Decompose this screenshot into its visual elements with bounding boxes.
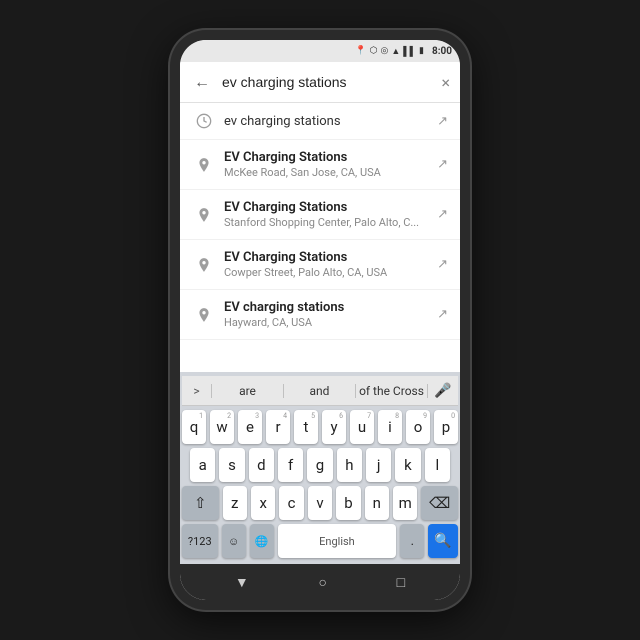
- status-time: 8:00: [432, 46, 452, 57]
- key-v[interactable]: v: [308, 486, 332, 520]
- nav-home-button[interactable]: ○: [318, 574, 326, 591]
- nfc-icon: ◎: [380, 46, 388, 56]
- arrow-icon-1: ↗: [437, 157, 448, 172]
- key-b[interactable]: b: [336, 486, 360, 520]
- suggestion-item-4[interactable]: EV charging stations Hayward, CA, USA ↗: [180, 290, 460, 340]
- space-key[interactable]: English: [278, 524, 397, 558]
- suggestion-text-2: EV Charging Stations Stanford Shopping C…: [216, 200, 437, 229]
- keyboard: > are and of the Cross 🎤 1q 2w 3e 4r 5t …: [180, 372, 460, 564]
- key-j[interactable]: j: [366, 448, 391, 482]
- suggestion-title-0: ev charging stations: [224, 114, 429, 129]
- suggestions-list: ev charging stations ↗ EV Charging Stati…: [180, 103, 460, 372]
- suggestion-text-1: EV Charging Stations McKee Road, San Jos…: [216, 150, 437, 179]
- bluetooth-icon: ⬡: [370, 46, 378, 56]
- place-icon-3: [192, 257, 216, 273]
- arrow-icon-3: ↗: [437, 257, 448, 272]
- suggestion-item-1[interactable]: EV Charging Stations McKee Road, San Jos…: [180, 140, 460, 190]
- suggestion-title-1: EV Charging Stations: [224, 150, 429, 165]
- key-c[interactable]: c: [279, 486, 303, 520]
- place-icon-1: [192, 157, 216, 173]
- bottom-nav: ▼ ○ □: [180, 564, 460, 600]
- key-z[interactable]: z: [223, 486, 247, 520]
- suggestion-subtitle-1: McKee Road, San Jose, CA, USA: [224, 166, 429, 179]
- key-row-zxcv: ⇧ z x c v b n m ⌫: [182, 486, 458, 520]
- key-l[interactable]: l: [425, 448, 450, 482]
- key-t[interactable]: 5t: [294, 410, 318, 444]
- signal-icon: ▌▌: [403, 46, 416, 57]
- key-s[interactable]: s: [219, 448, 244, 482]
- mic-button[interactable]: 🎤: [428, 383, 458, 399]
- wifi-icon: ▲: [391, 46, 400, 57]
- period-key[interactable]: .: [400, 524, 424, 558]
- place-icon-2: [192, 207, 216, 223]
- suggestion-text-4: EV charging stations Hayward, CA, USA: [216, 300, 437, 329]
- search-action-key[interactable]: 🔍: [428, 524, 458, 558]
- suggestion-item-3[interactable]: EV Charging Stations Cowper Street, Palo…: [180, 240, 460, 290]
- suggestion-title-4: EV charging stations: [224, 300, 429, 315]
- phone-screen: 📍 ⬡ ◎ ▲ ▌▌ ▮ 8:00 ← ×: [180, 40, 460, 600]
- nav-recent-button[interactable]: □: [397, 574, 405, 591]
- key-f[interactable]: f: [278, 448, 303, 482]
- emoji-key[interactable]: ☺: [222, 524, 246, 558]
- word-suggestion-0[interactable]: are: [212, 384, 284, 398]
- suggestion-subtitle-3: Cowper Street, Palo Alto, CA, USA: [224, 266, 429, 279]
- key-row-qwerty: 1q 2w 3e 4r 5t 6y 7u 8i 9o 0p: [182, 410, 458, 444]
- arrow-icon-0: ↗: [437, 114, 448, 129]
- key-r[interactable]: 4r: [266, 410, 290, 444]
- suggestion-text-history: ev charging stations: [216, 114, 437, 129]
- phone-frame: 📍 ⬡ ◎ ▲ ▌▌ ▮ 8:00 ← ×: [170, 30, 470, 610]
- history-icon: [192, 113, 216, 129]
- key-d[interactable]: d: [249, 448, 274, 482]
- suggestion-text-3: EV Charging Stations Cowper Street, Palo…: [216, 250, 437, 279]
- search-input[interactable]: [222, 74, 433, 90]
- word-suggestion-1[interactable]: and: [284, 384, 356, 398]
- key-h[interactable]: h: [337, 448, 362, 482]
- status-icons: 📍 ⬡ ◎ ▲ ▌▌ ▮: [355, 46, 424, 57]
- num-switch-key[interactable]: ?123: [182, 524, 218, 558]
- key-k[interactable]: k: [395, 448, 420, 482]
- key-row-bottom: ?123 ☺ 🌐 English . 🔍: [182, 524, 458, 558]
- place-icon-4: [192, 307, 216, 323]
- suggestion-title-3: EV Charging Stations: [224, 250, 429, 265]
- location-icon: 📍: [355, 46, 366, 56]
- key-a[interactable]: a: [190, 448, 215, 482]
- key-m[interactable]: m: [393, 486, 417, 520]
- backspace-key[interactable]: ⌫: [421, 486, 458, 520]
- suggestion-item-history[interactable]: ev charging stations ↗: [180, 103, 460, 140]
- suggestion-subtitle-4: Hayward, CA, USA: [224, 316, 429, 329]
- keyboard-suggestions-row: > are and of the Cross 🎤: [182, 376, 458, 406]
- search-bar: ← ×: [180, 62, 460, 103]
- key-q[interactable]: 1q: [182, 410, 206, 444]
- arrow-icon-2: ↗: [437, 207, 448, 222]
- arrow-icon-4: ↗: [437, 307, 448, 322]
- key-row-asdf: a s d f g h j k l: [182, 448, 458, 482]
- expand-suggestions-button[interactable]: >: [182, 384, 212, 398]
- key-w[interactable]: 2w: [210, 410, 234, 444]
- word-suggestion-2[interactable]: of the Cross: [356, 384, 428, 398]
- key-n[interactable]: n: [365, 486, 389, 520]
- status-bar: 📍 ⬡ ◎ ▲ ▌▌ ▮ 8:00: [180, 40, 460, 62]
- key-e[interactable]: 3e: [238, 410, 262, 444]
- nav-back-button[interactable]: ▼: [235, 574, 249, 591]
- key-u[interactable]: 7u: [350, 410, 374, 444]
- suggestion-title-2: EV Charging Stations: [224, 200, 429, 215]
- key-o[interactable]: 9o: [406, 410, 430, 444]
- key-p[interactable]: 0p: [434, 410, 458, 444]
- suggestion-subtitle-2: Stanford Shopping Center, Palo Alto, C..…: [224, 216, 429, 229]
- key-y[interactable]: 6y: [322, 410, 346, 444]
- globe-key[interactable]: 🌐: [250, 524, 274, 558]
- key-i[interactable]: 8i: [378, 410, 402, 444]
- key-g[interactable]: g: [307, 448, 332, 482]
- key-x[interactable]: x: [251, 486, 275, 520]
- clear-button[interactable]: ×: [441, 73, 450, 92]
- shift-key[interactable]: ⇧: [182, 486, 219, 520]
- back-button[interactable]: ←: [190, 70, 214, 94]
- battery-icon: ▮: [419, 46, 424, 56]
- suggestion-item-2[interactable]: EV Charging Stations Stanford Shopping C…: [180, 190, 460, 240]
